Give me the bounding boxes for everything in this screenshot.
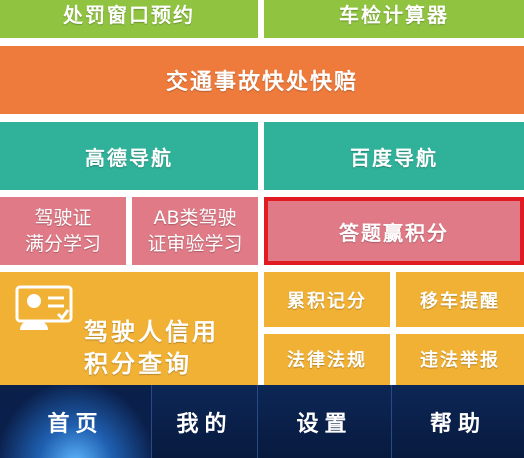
penalty-appointment-label: 处罚窗口预约 (63, 3, 195, 27)
penalty-appointment-button[interactable]: 处罚窗口预约 (0, 0, 258, 38)
full-score-study-button[interactable]: 驾驶证 满分学习 (0, 197, 126, 265)
tab-mine[interactable]: 我的 (152, 385, 258, 458)
credit-points-query-button[interactable]: 驾驶人信用 积分查询 (0, 272, 258, 385)
points-record-button[interactable]: 累积记分 (264, 272, 390, 327)
quiz-points-label: 答题赢积分 (339, 220, 449, 245)
laws-label: 法律法规 (287, 350, 367, 371)
inspection-calculator-button[interactable]: 车检计算器 (264, 0, 524, 38)
points-record-label: 累积记分 (287, 290, 367, 312)
tab-settings[interactable]: 设置 (258, 385, 392, 458)
bottom-tab-bar: 首页 我的 设置 帮助 (0, 385, 524, 458)
quiz-points-button[interactable]: 答题赢积分 (264, 197, 524, 265)
accident-quick-claim-button[interactable]: 交通事故快处快赔 (0, 46, 524, 114)
move-car-button[interactable]: 移车提醒 (396, 272, 524, 327)
tab-home-label: 首页 (47, 411, 104, 437)
move-car-label: 移车提醒 (420, 290, 500, 312)
tab-mine-label: 我的 (176, 411, 233, 437)
credit-points-query-label: 驾驶人信用 积分查询 (84, 318, 219, 378)
gaode-nav-button[interactable]: 高德导航 (0, 122, 258, 190)
tab-home[interactable]: 首页 (0, 385, 152, 458)
id-card-person-icon (14, 284, 74, 332)
ab-license-study-label: AB类驾驶 证审验学习 (147, 207, 243, 255)
full-score-study-label: 驾驶证 满分学习 (24, 207, 101, 255)
laws-button[interactable]: 法律法规 (264, 334, 390, 385)
violation-report-label: 违法举报 (420, 350, 500, 371)
tab-settings-label: 设置 (296, 411, 353, 437)
tab-help-label: 帮助 (429, 411, 486, 437)
gaode-nav-label: 高德导航 (85, 145, 173, 170)
accident-quick-claim-label: 交通事故快处快赔 (165, 70, 358, 95)
violation-report-button[interactable]: 违法举报 (396, 334, 524, 385)
inspection-calculator-label: 车检计算器 (339, 3, 449, 27)
tab-help[interactable]: 帮助 (392, 385, 524, 458)
baidu-nav-label: 百度导航 (350, 145, 438, 170)
baidu-nav-button[interactable]: 百度导航 (264, 122, 524, 190)
ab-license-study-button[interactable]: AB类驾驶 证审验学习 (132, 197, 258, 265)
